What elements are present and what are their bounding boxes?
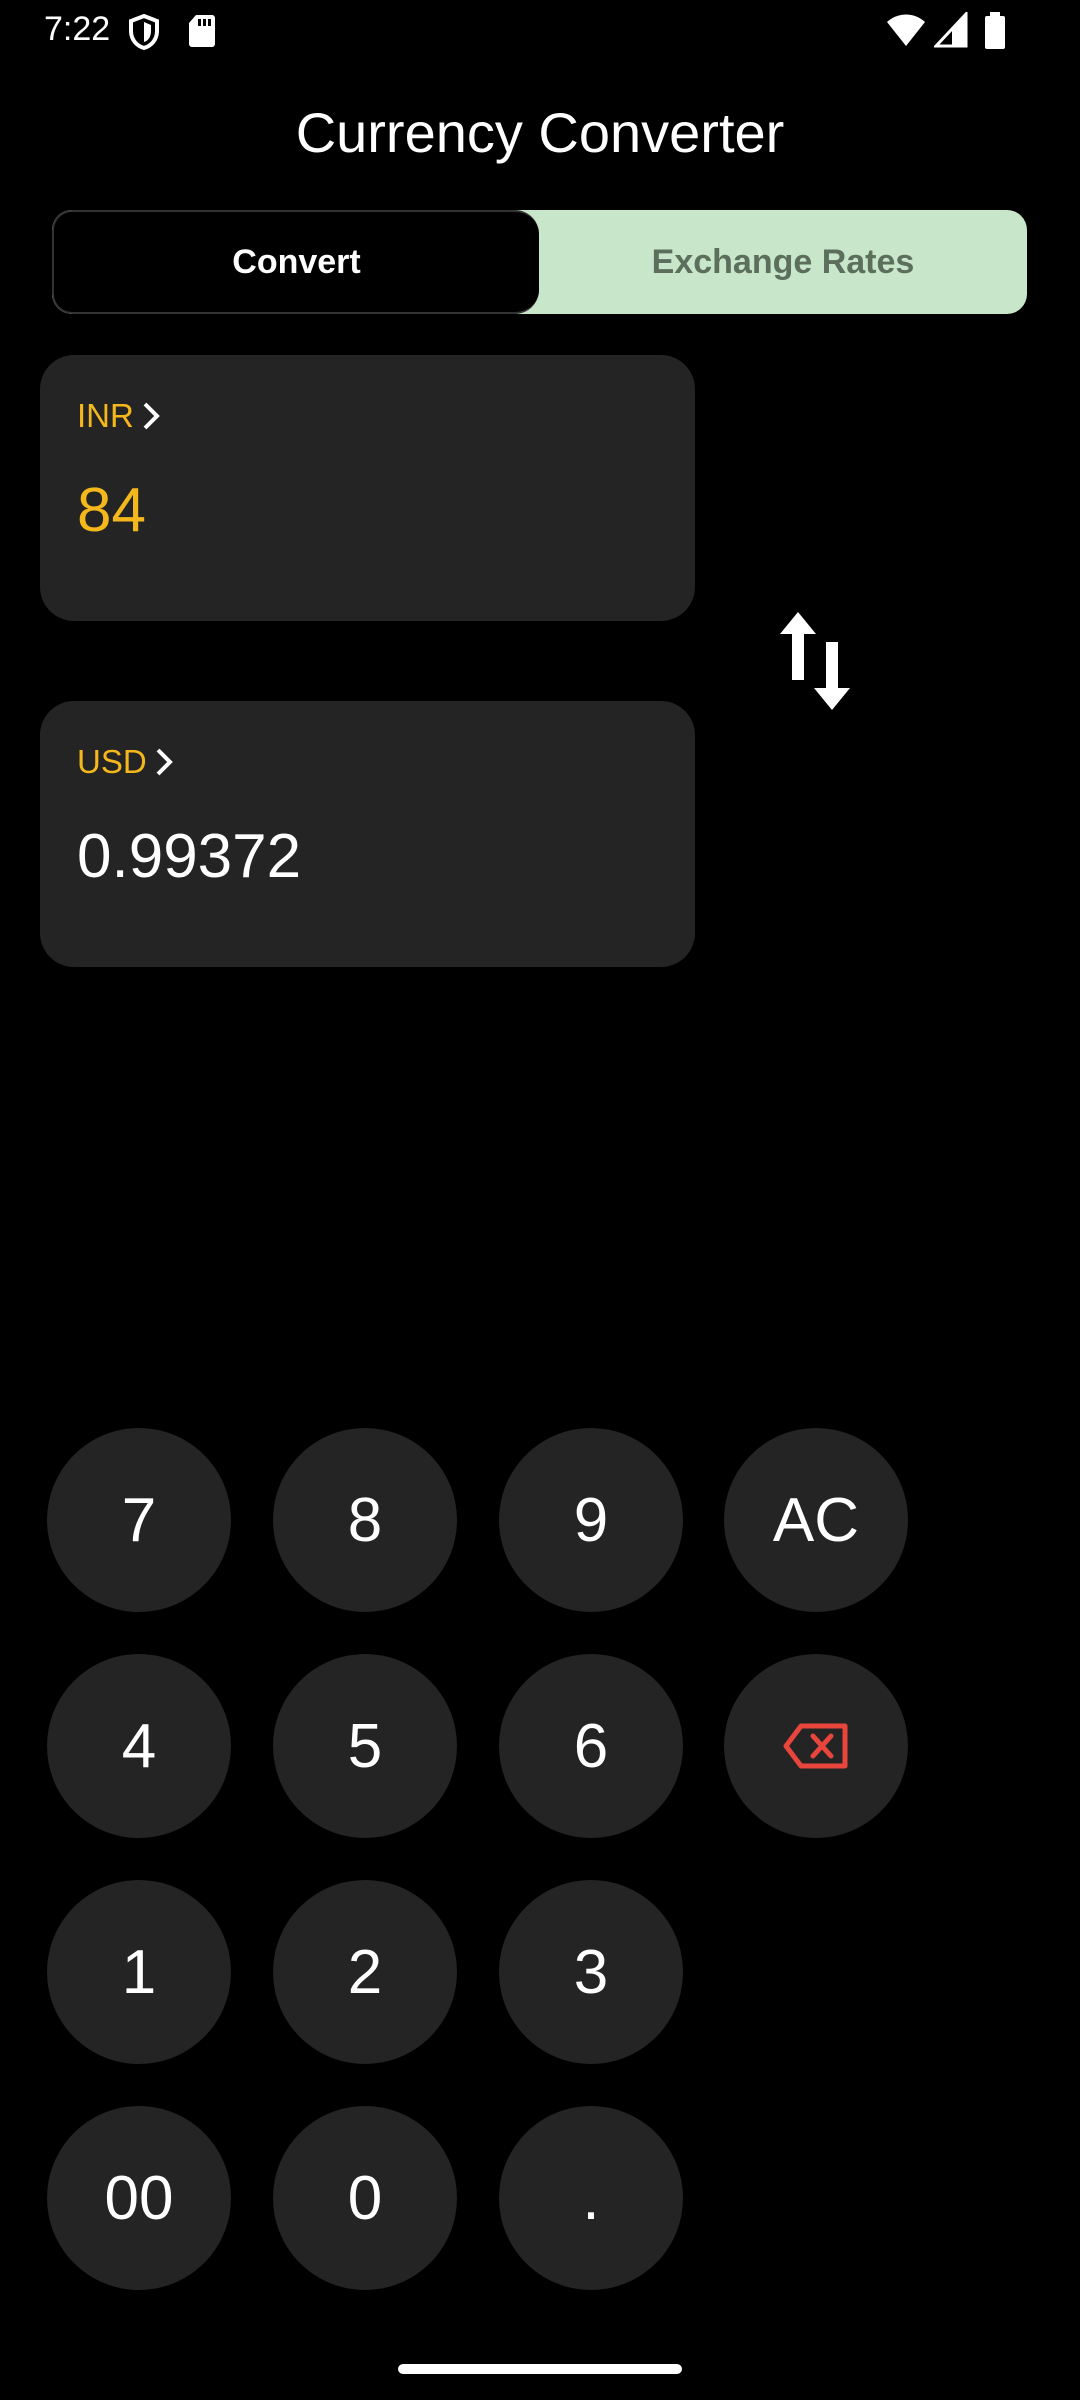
backspace-button[interactable] bbox=[724, 1654, 908, 1838]
sd-card-icon bbox=[189, 15, 215, 47]
signal-icon bbox=[934, 12, 968, 48]
key-3[interactable]: 3 bbox=[499, 1880, 683, 2064]
key-0[interactable]: 0 bbox=[273, 2106, 457, 2290]
home-indicator[interactable] bbox=[398, 2364, 682, 2374]
backspace-icon bbox=[783, 1723, 848, 1769]
to-currency-card[interactable]: USD 0.99372 bbox=[40, 701, 695, 967]
key-4[interactable]: 4 bbox=[47, 1654, 231, 1838]
tab-bar: Exchange Rates Convert bbox=[52, 210, 1027, 314]
key-8[interactable]: 8 bbox=[273, 1428, 457, 1612]
to-amount: 0.99372 bbox=[77, 822, 302, 891]
battery-icon bbox=[985, 12, 1005, 49]
key-9[interactable]: 9 bbox=[499, 1428, 683, 1612]
tab-exchange-rates[interactable]: Exchange Rates bbox=[539, 210, 1027, 314]
to-currency-code: USD bbox=[77, 743, 147, 780]
chevron-right-icon bbox=[156, 748, 173, 776]
key-6[interactable]: 6 bbox=[499, 1654, 683, 1838]
key-1[interactable]: 1 bbox=[47, 1880, 231, 2064]
from-currency-selector[interactable]: INR bbox=[77, 397, 160, 435]
key-00[interactable]: 00 bbox=[47, 2106, 231, 2290]
to-currency-selector[interactable]: USD bbox=[77, 743, 173, 781]
swap-icon[interactable] bbox=[772, 610, 858, 712]
key-7[interactable]: 7 bbox=[47, 1428, 231, 1612]
key-5[interactable]: 5 bbox=[273, 1654, 457, 1838]
tab-convert[interactable]: Convert bbox=[52, 210, 539, 314]
clear-button[interactable]: AC bbox=[724, 1428, 908, 1612]
from-amount: 84 bbox=[77, 476, 146, 545]
chevron-right-icon bbox=[143, 402, 160, 430]
status-bar: 7:22 bbox=[0, 0, 1080, 64]
wifi-icon bbox=[887, 14, 925, 46]
from-currency-card[interactable]: INR 84 bbox=[40, 355, 695, 621]
page-title: Currency Converter bbox=[295, 101, 785, 164]
status-time: 7:22 bbox=[44, 10, 111, 48]
key-decimal[interactable]: . bbox=[499, 2106, 683, 2290]
from-currency-code: INR bbox=[77, 397, 134, 434]
shield-icon bbox=[129, 14, 159, 50]
key-2[interactable]: 2 bbox=[273, 1880, 457, 2064]
